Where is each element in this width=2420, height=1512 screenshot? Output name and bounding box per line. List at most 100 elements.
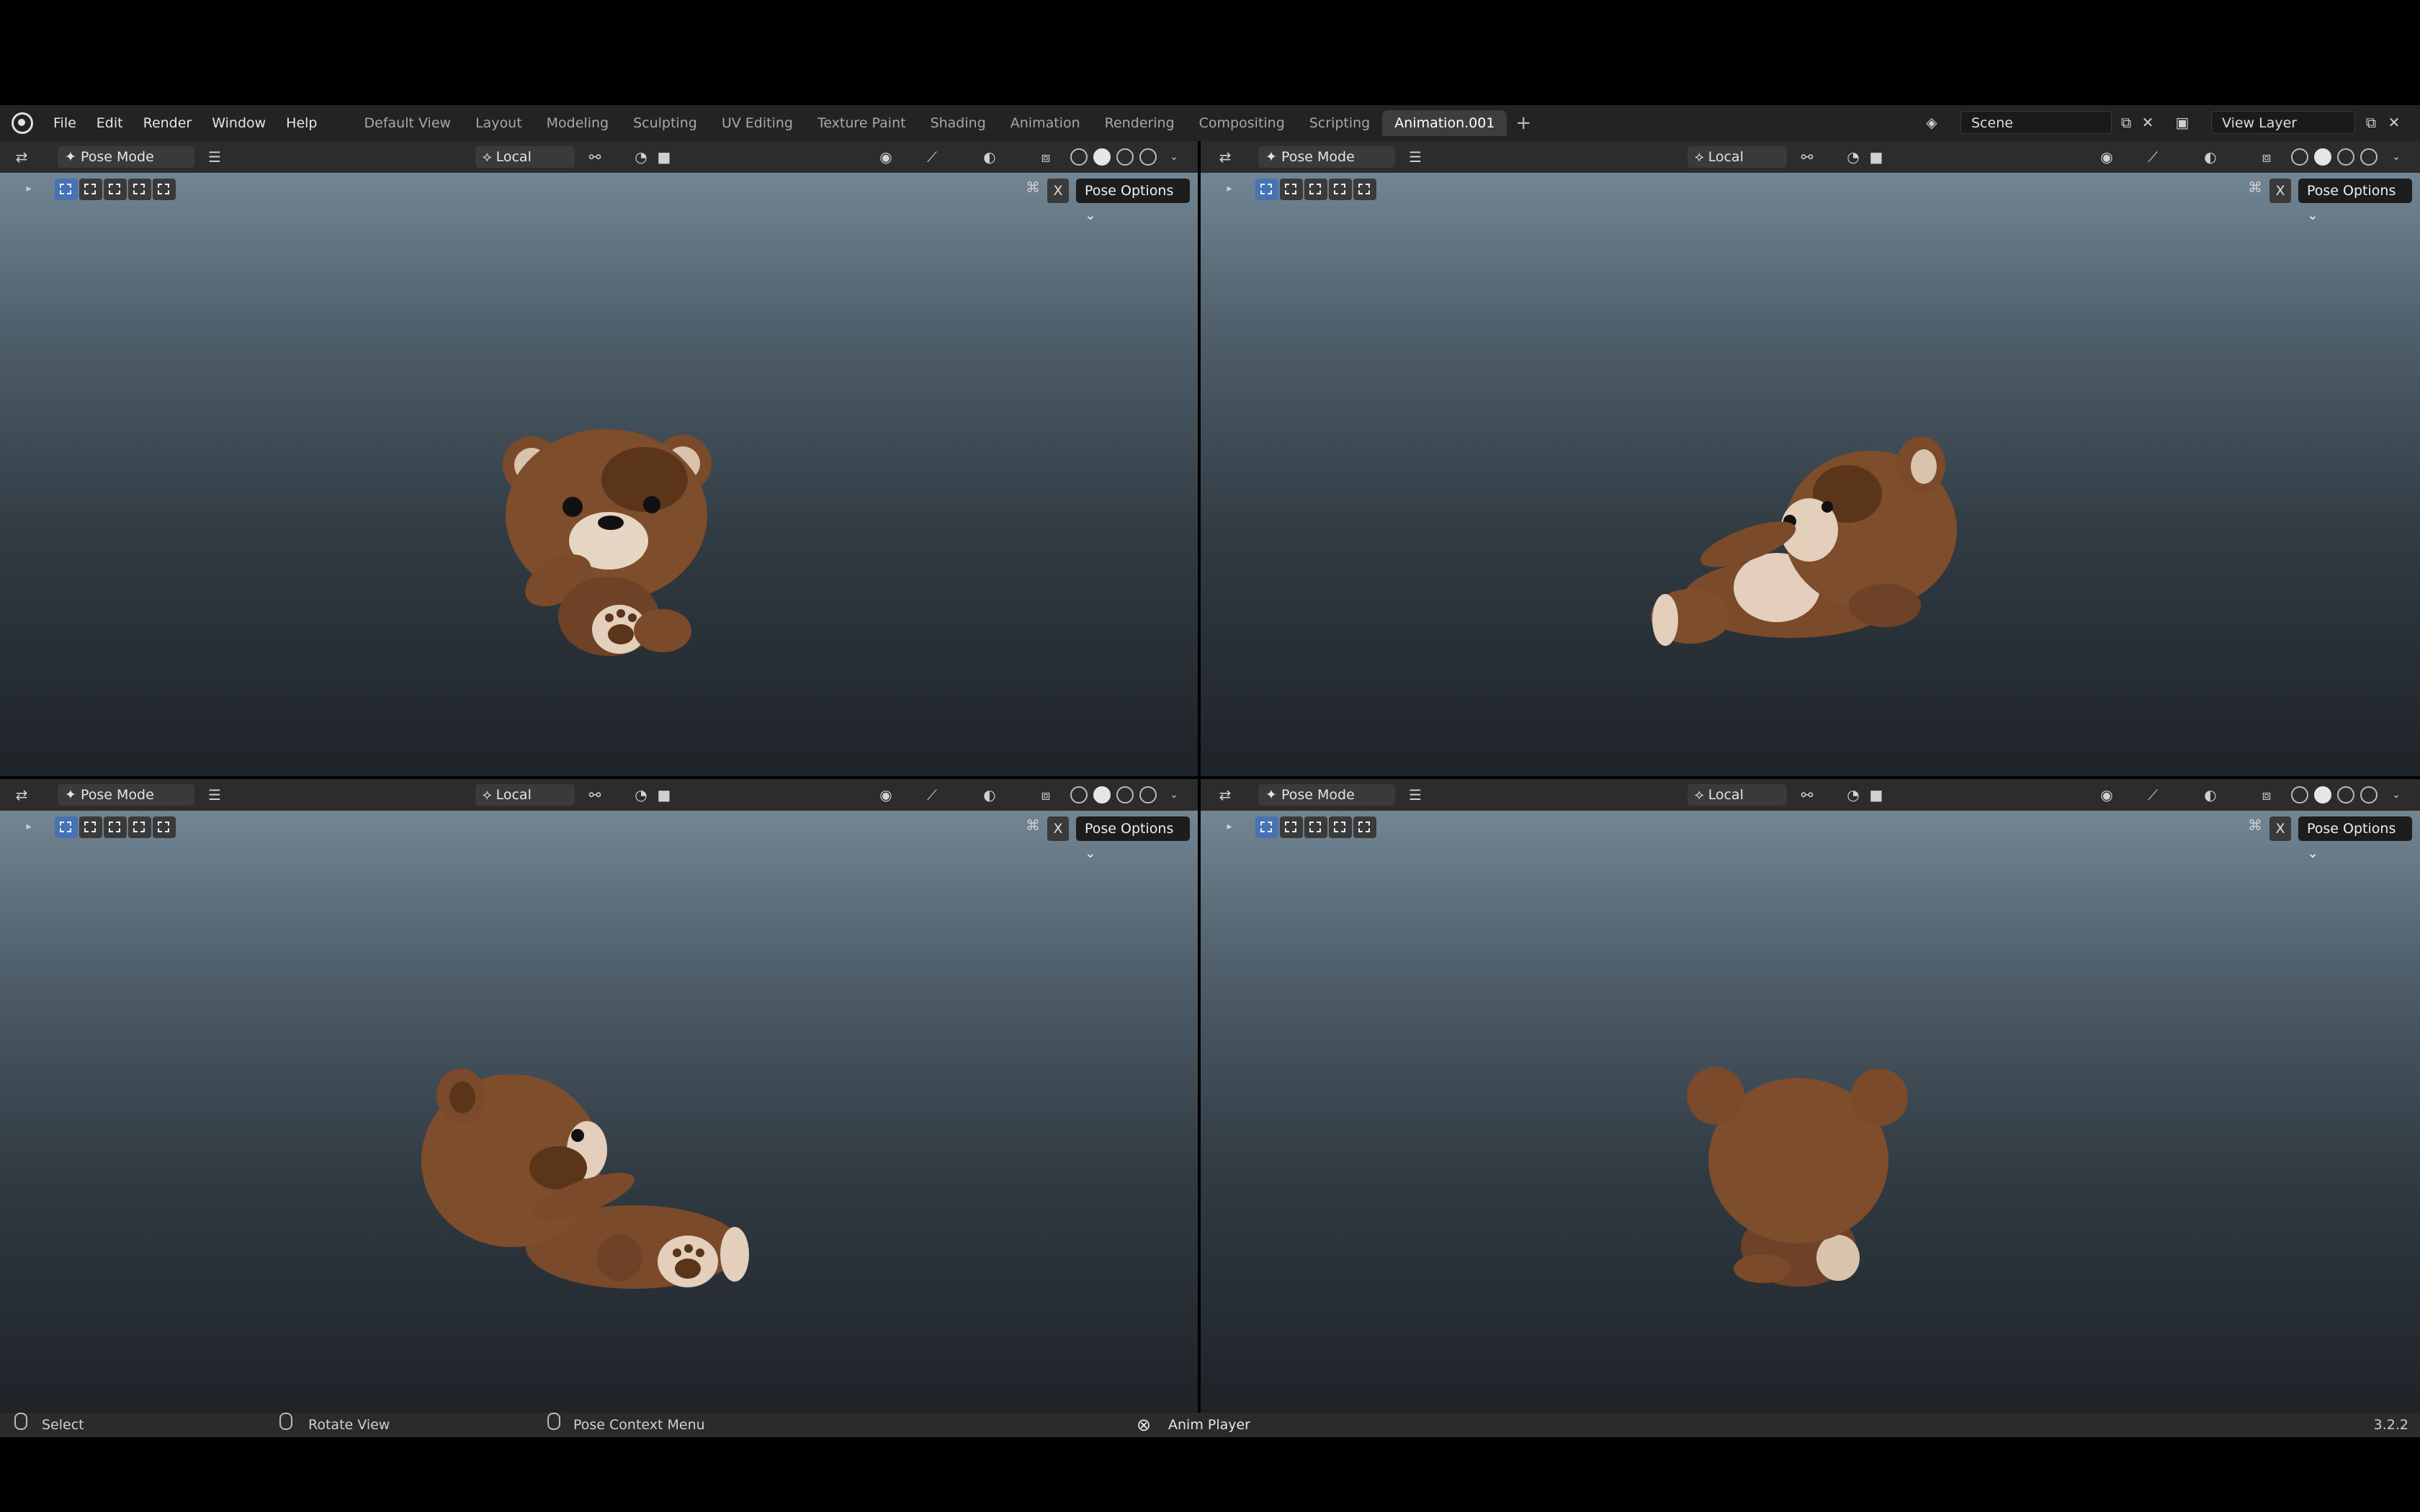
menu-edit[interactable]: Edit xyxy=(86,115,133,131)
select-new-icon[interactable] xyxy=(1255,816,1278,838)
pose-options-dropdown[interactable]: Pose Options ⌄ xyxy=(1076,816,1190,861)
x-mirror-button[interactable]: X xyxy=(2269,816,2291,841)
rendered-shading-icon[interactable] xyxy=(2360,786,2378,804)
orientation-dropdown[interactable]: ⟡ Local xyxy=(475,784,575,806)
chevron-down-icon[interactable]: ⌄ xyxy=(2386,147,2406,167)
hamburger-menu-icon[interactable]: ☰ xyxy=(205,785,225,805)
toolbar-toggle-icon[interactable]: ▸ xyxy=(1219,816,1240,837)
gizmo-icon[interactable]: ⟋ xyxy=(2143,785,2163,805)
mirror-icon[interactable]: ⌘ xyxy=(1023,177,1043,197)
tab-compositing[interactable]: Compositing xyxy=(1187,110,1297,136)
viewport-bottom-left[interactable]: ⇄ ✦ Pose Mode ☰ ⟡ Local ⚯ ◔ ■ ◉ ⟋ ◐ ⧈ ⌄ … xyxy=(0,779,1198,1413)
material-shading-icon[interactable] xyxy=(2337,786,2354,804)
rendered-shading-icon[interactable] xyxy=(1139,148,1157,166)
gizmo-icon[interactable]: ⟋ xyxy=(922,147,942,167)
scene-icon[interactable]: ◈ xyxy=(1922,112,1942,132)
mode-dropdown[interactable]: ✦ Pose Mode xyxy=(1258,784,1395,806)
select-new-icon[interactable] xyxy=(1255,179,1278,200)
material-shading-icon[interactable] xyxy=(1116,148,1134,166)
solid-shading-icon[interactable] xyxy=(1093,148,1111,166)
pivot-icon[interactable]: ⚯ xyxy=(1797,147,1817,167)
overlay-icon[interactable]: ◐ xyxy=(2200,147,2220,167)
solid-shading-icon[interactable] xyxy=(1093,786,1111,804)
overlay-icon[interactable]: ◐ xyxy=(980,785,1000,805)
xray-icon[interactable]: ⧈ xyxy=(2257,147,2277,167)
bear-model-front[interactable] xyxy=(490,415,720,660)
hamburger-menu-icon[interactable]: ☰ xyxy=(1405,147,1425,167)
select-invert-icon[interactable] xyxy=(1329,816,1352,838)
toolbar-toggle-icon[interactable]: ▸ xyxy=(1219,179,1240,199)
proportional-icon[interactable]: ■ xyxy=(654,785,674,805)
visibility-icon[interactable]: ◉ xyxy=(876,785,896,805)
select-intersect-icon[interactable] xyxy=(153,816,176,838)
tab-default-view[interactable]: Default View xyxy=(352,110,464,136)
material-shading-icon[interactable] xyxy=(2337,148,2354,166)
menu-window[interactable]: Window xyxy=(202,115,276,131)
chevron-down-icon[interactable]: ⌄ xyxy=(2386,785,2406,805)
tab-sculpting[interactable]: Sculpting xyxy=(621,110,709,136)
select-new-icon[interactable] xyxy=(55,816,78,838)
new-view-layer-icon[interactable]: ⧉ xyxy=(2361,112,2381,132)
viewport-top-right[interactable]: ⇄ ✦ Pose Mode ☰ ⟡ Local ⚯ ◔ ■ ◉ ⟋ ◐ ⧈ ⌄ … xyxy=(1201,141,2420,776)
proportional-icon[interactable]: ■ xyxy=(1866,785,1886,805)
select-intersect-icon[interactable] xyxy=(153,179,176,200)
pivot-icon[interactable]: ⚯ xyxy=(585,785,605,805)
x-mirror-button[interactable]: X xyxy=(1047,816,1069,841)
tab-shading[interactable]: Shading xyxy=(918,110,998,136)
solid-shading-icon[interactable] xyxy=(2314,148,2331,166)
editor-type-icon[interactable]: ⇄ xyxy=(12,785,32,805)
viewport-top-left[interactable]: ⇄ ✦ Pose Mode ☰ ⟡ Local ⚯ ◔ ■ ◉ ⟋ ◐ ⧈ ⌄ … xyxy=(0,141,1198,776)
tab-scripting[interactable]: Scripting xyxy=(1297,110,1383,136)
xray-icon[interactable]: ⧈ xyxy=(2257,785,2277,805)
tab-texture-paint[interactable]: Texture Paint xyxy=(805,110,918,136)
tab-rendering[interactable]: Rendering xyxy=(1093,110,1187,136)
rendered-shading-icon[interactable] xyxy=(2360,148,2378,166)
select-extend-icon[interactable] xyxy=(79,816,102,838)
select-extend-icon[interactable] xyxy=(1280,816,1303,838)
select-intersect-icon[interactable] xyxy=(1353,816,1376,838)
pivot-icon[interactable]: ⚯ xyxy=(585,147,605,167)
hamburger-menu-icon[interactable]: ☰ xyxy=(1405,785,1425,805)
overlay-icon[interactable]: ◐ xyxy=(980,147,1000,167)
x-mirror-button[interactable]: X xyxy=(2269,179,2291,203)
mirror-icon[interactable]: ⌘ xyxy=(2245,815,2265,835)
view-layer-selector[interactable]: View Layer xyxy=(2211,111,2355,134)
select-extend-icon[interactable] xyxy=(1280,179,1303,200)
view-layer-icon[interactable]: ▣ xyxy=(2172,112,2192,132)
add-workspace-icon[interactable]: + xyxy=(1507,112,1540,134)
select-subtract-icon[interactable] xyxy=(104,816,127,838)
chevron-down-icon[interactable]: ⌄ xyxy=(1164,785,1184,805)
visibility-icon[interactable]: ◉ xyxy=(2097,147,2117,167)
visibility-icon[interactable]: ◉ xyxy=(2097,785,2117,805)
tab-uv-editing[interactable]: UV Editing xyxy=(709,110,805,136)
rendered-shading-icon[interactable] xyxy=(1139,786,1157,804)
tab-animation-001[interactable]: Animation.001 xyxy=(1382,110,1507,136)
mirror-icon[interactable]: ⌘ xyxy=(2245,177,2265,197)
select-new-icon[interactable] xyxy=(55,179,78,200)
wireframe-shading-icon[interactable] xyxy=(2291,148,2308,166)
viewport-bottom-right[interactable]: ⇄ ✦ Pose Mode ☰ ⟡ Local ⚯ ◔ ■ ◉ ⟋ ◐ ⧈ ⌄ … xyxy=(1201,779,2420,1413)
wireframe-shading-icon[interactable] xyxy=(2291,786,2308,804)
mode-dropdown[interactable]: ✦ Pose Mode xyxy=(1258,146,1395,168)
editor-type-icon[interactable]: ⇄ xyxy=(1215,785,1235,805)
new-scene-icon[interactable]: ⧉ xyxy=(2116,112,2136,132)
tab-layout[interactable]: Layout xyxy=(463,110,534,136)
editor-type-icon[interactable]: ⇄ xyxy=(12,147,32,167)
menu-file[interactable]: File xyxy=(43,115,86,131)
wireframe-shading-icon[interactable] xyxy=(1070,148,1088,166)
orientation-dropdown[interactable]: ⟡ Local xyxy=(475,146,575,168)
pose-options-dropdown[interactable]: Pose Options ⌄ xyxy=(2298,816,2412,861)
xray-icon[interactable]: ⧈ xyxy=(1036,147,1056,167)
select-subtract-icon[interactable] xyxy=(104,179,127,200)
bear-model-back[interactable] xyxy=(1683,1053,1914,1297)
xray-icon[interactable]: ⧈ xyxy=(1036,785,1056,805)
toolbar-toggle-icon[interactable]: ▸ xyxy=(19,179,39,199)
mirror-icon[interactable]: ⌘ xyxy=(1023,815,1043,835)
bear-model-side[interactable] xyxy=(1647,415,1978,660)
orientation-dropdown[interactable]: ⟡ Local xyxy=(1688,784,1787,806)
chevron-down-icon[interactable]: ⌄ xyxy=(1164,147,1184,167)
editor-type-icon[interactable]: ⇄ xyxy=(1215,147,1235,167)
hamburger-menu-icon[interactable]: ☰ xyxy=(205,147,225,167)
tab-animation[interactable]: Animation xyxy=(998,110,1093,136)
orientation-dropdown[interactable]: ⟡ Local xyxy=(1688,146,1787,168)
